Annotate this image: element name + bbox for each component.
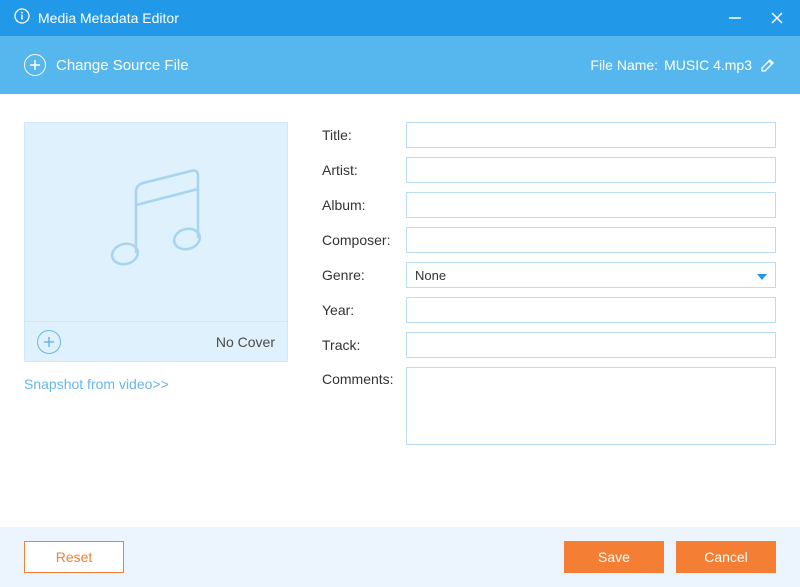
label-artist: Artist: (322, 162, 406, 178)
cover-art-placeholder (25, 123, 287, 321)
row-year: Year: (322, 297, 776, 323)
file-name-value: MUSIC 4.mp3 (664, 57, 752, 73)
minimize-button[interactable] (726, 9, 744, 27)
footer: Reset Save Cancel (0, 527, 800, 587)
year-input[interactable] (406, 297, 776, 323)
toolbar: Change Source File File Name: MUSIC 4.mp… (0, 36, 800, 94)
metadata-form: Title: Artist: Album: Composer: Genre: N… (322, 122, 776, 517)
change-source-button[interactable]: Change Source File (24, 54, 189, 76)
chevron-down-icon (757, 268, 767, 283)
label-album: Album: (322, 197, 406, 213)
row-comments: Comments: (322, 367, 776, 450)
cover-art-box: No Cover (24, 122, 288, 362)
genre-value: None (415, 268, 446, 283)
edit-filename-button[interactable] (760, 57, 776, 73)
row-album: Album: (322, 192, 776, 218)
save-button[interactable]: Save (564, 541, 664, 573)
window-title: Media Metadata Editor (38, 10, 726, 26)
label-comments: Comments: (322, 367, 406, 387)
composer-input[interactable] (406, 227, 776, 253)
music-note-icon (91, 157, 221, 287)
pencil-icon (760, 57, 776, 73)
close-icon (770, 11, 784, 25)
genre-select[interactable]: None (406, 262, 776, 288)
title-bar: Media Metadata Editor (0, 0, 800, 36)
window-controls (726, 9, 786, 27)
cover-bar: No Cover (25, 321, 287, 361)
file-name-label: File Name: (590, 57, 658, 73)
row-genre: Genre: None (322, 262, 776, 288)
snapshot-from-video-link[interactable]: Snapshot from video>> (24, 376, 169, 392)
row-track: Track: (322, 332, 776, 358)
no-cover-label: No Cover (216, 334, 275, 350)
reset-button[interactable]: Reset (24, 541, 124, 573)
row-composer: Composer: (322, 227, 776, 253)
track-input[interactable] (406, 332, 776, 358)
label-genre: Genre: (322, 267, 406, 283)
comments-input[interactable] (406, 367, 776, 445)
label-year: Year: (322, 302, 406, 318)
row-title: Title: (322, 122, 776, 148)
cancel-button[interactable]: Cancel (676, 541, 776, 573)
artist-input[interactable] (406, 157, 776, 183)
add-cover-button[interactable] (37, 330, 61, 354)
main-content: No Cover Snapshot from video>> Title: Ar… (0, 94, 800, 527)
label-track: Track: (322, 337, 406, 353)
album-input[interactable] (406, 192, 776, 218)
label-composer: Composer: (322, 232, 406, 248)
plus-icon (43, 336, 55, 348)
plus-icon (24, 54, 46, 76)
label-title: Title: (322, 127, 406, 143)
close-button[interactable] (768, 9, 786, 27)
row-artist: Artist: (322, 157, 776, 183)
cover-column: No Cover Snapshot from video>> (24, 122, 288, 517)
title-input[interactable] (406, 122, 776, 148)
minimize-icon (728, 11, 742, 25)
change-source-label: Change Source File (56, 57, 189, 74)
info-icon (14, 8, 30, 29)
